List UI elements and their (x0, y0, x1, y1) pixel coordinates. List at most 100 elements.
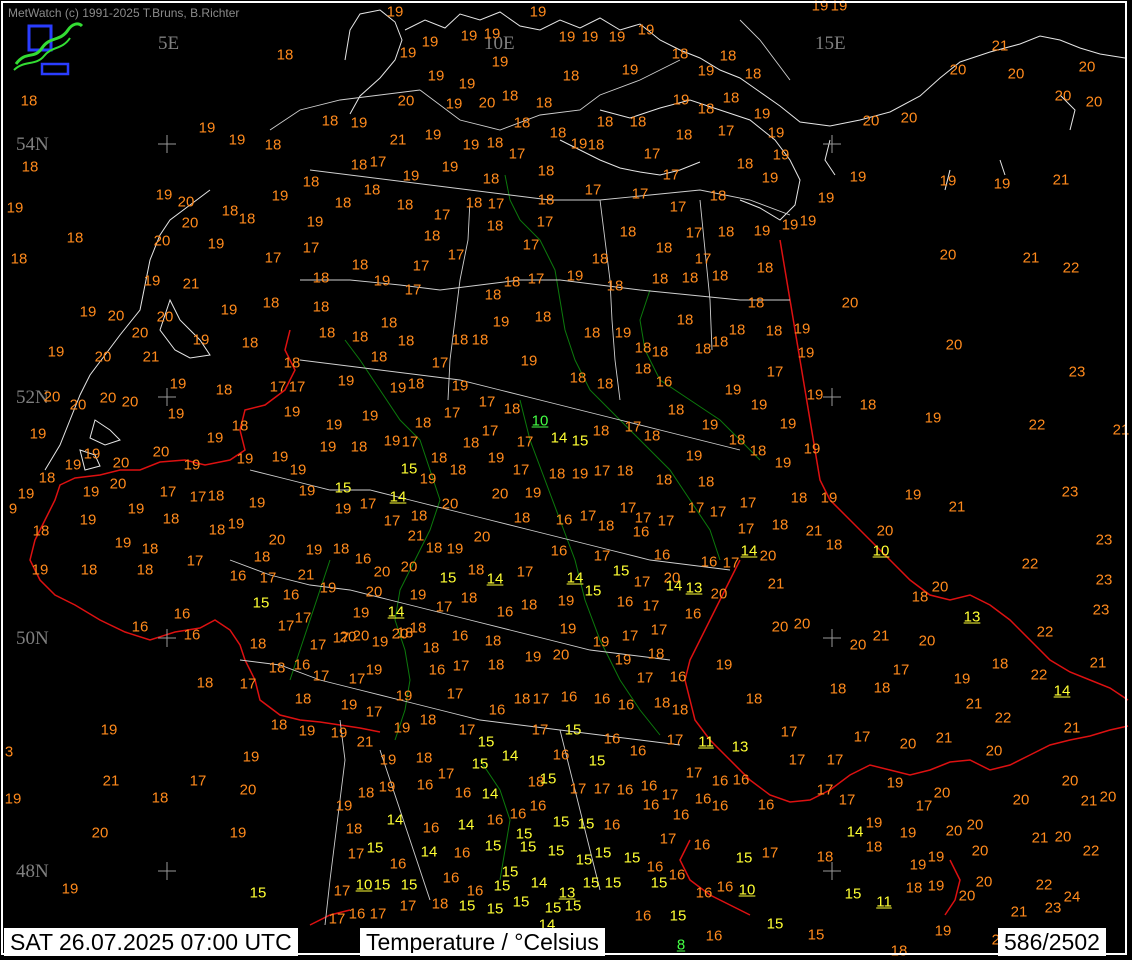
station-temperature[interactable]: 18 (772, 518, 789, 533)
station-temperature[interactable]: 19 (387, 5, 404, 20)
station-temperature[interactable]: 19 (530, 5, 547, 20)
station-temperature[interactable]: 17 (370, 907, 387, 922)
station-temperature[interactable]: 14 (551, 431, 568, 446)
station-temperature[interactable]: 16 (701, 555, 718, 570)
station-temperature[interactable]: 21 (768, 577, 785, 592)
station-temperature[interactable]: 15 (578, 817, 595, 832)
station-temperature[interactable]: 17 (893, 663, 910, 678)
station-temperature[interactable]: 17 (370, 155, 387, 170)
station-temperature[interactable]: 20 (122, 395, 139, 410)
station-temperature[interactable]: 17 (190, 490, 207, 505)
station-temperature[interactable]: 21 (1090, 656, 1107, 671)
station-temperature[interactable]: 18 (676, 128, 693, 143)
station-temperature[interactable]: 20 (946, 338, 963, 353)
station-temperature[interactable]: 18 (830, 682, 847, 697)
station-temperature[interactable]: 18 (718, 225, 735, 240)
station-temperature[interactable]: 18 (483, 172, 500, 187)
station-temperature[interactable]: 16 (641, 779, 658, 794)
station-temperature[interactable]: 16 (497, 605, 514, 620)
station-temperature[interactable]: 10 (532, 414, 549, 429)
station-temperature[interactable]: 21 (143, 350, 160, 365)
station-temperature[interactable]: 19 (336, 799, 353, 814)
station-temperature[interactable]: 16 (417, 778, 434, 793)
station-temperature[interactable]: 16 (706, 929, 723, 944)
station-temperature[interactable]: 17 (334, 884, 351, 899)
station-temperature[interactable]: 15 (401, 462, 418, 477)
station-temperature[interactable]: 19 (940, 174, 957, 189)
station-temperature[interactable]: 17 (482, 424, 499, 439)
station-temperature[interactable]: 19 (807, 388, 824, 403)
station-temperature[interactable]: 20 (153, 445, 170, 460)
station-temperature[interactable]: 16 (696, 886, 713, 901)
station-temperature[interactable]: 19 (686, 449, 703, 464)
station-temperature[interactable]: 19 (320, 581, 337, 596)
station-temperature[interactable]: 19 (447, 542, 464, 557)
station-temperature[interactable]: 16 (654, 548, 671, 563)
station-temperature[interactable]: 15 (585, 584, 602, 599)
station-temperature[interactable]: 24 (1064, 890, 1081, 905)
station-temperature[interactable]: 18 (677, 313, 694, 328)
station-temperature[interactable]: 20 (398, 94, 415, 109)
station-temperature[interactable]: 21 (390, 133, 407, 148)
station-temperature[interactable]: 15 (845, 887, 862, 902)
station-temperature[interactable]: 16 (561, 690, 578, 705)
station-temperature[interactable]: 11 (698, 735, 714, 750)
station-temperature[interactable]: 21 (873, 629, 890, 644)
station-temperature[interactable]: 18 (597, 115, 614, 130)
station-temperature[interactable]: 19 (521, 354, 538, 369)
station-temperature[interactable]: 16 (617, 783, 634, 798)
station-temperature[interactable]: 20 (474, 530, 491, 545)
station-temperature[interactable]: 19 (101, 723, 118, 738)
station-temperature[interactable]: 17 (348, 847, 365, 862)
station-temperature[interactable]: 21 (1113, 423, 1130, 438)
station-temperature[interactable]: 21 (103, 774, 120, 789)
station-temperature[interactable]: 18 (514, 116, 531, 131)
station-temperature[interactable]: 19 (821, 491, 838, 506)
station-temperature[interactable]: 19 (571, 137, 588, 152)
station-temperature[interactable]: 18 (750, 444, 767, 459)
station-temperature[interactable]: 15 (572, 434, 589, 449)
station-temperature[interactable]: 19 (818, 191, 835, 206)
station-temperature[interactable]: 19 (184, 458, 201, 473)
station-temperature[interactable]: 19 (954, 672, 971, 687)
station-temperature[interactable]: 16 (617, 595, 634, 610)
station-temperature[interactable]: 19 (754, 107, 771, 122)
station-temperature[interactable]: 18 (352, 258, 369, 273)
station-temperature[interactable]: 20 (772, 620, 789, 635)
station-temperature[interactable]: 19 (928, 879, 945, 894)
station-temperature[interactable]: 19 (272, 450, 289, 465)
station-temperature[interactable]: 19 (307, 215, 324, 230)
station-temperature[interactable]: 19 (380, 753, 397, 768)
station-temperature[interactable]: 17 (622, 629, 639, 644)
station-temperature[interactable]: 18 (644, 429, 661, 444)
station-temperature[interactable]: 17 (594, 549, 611, 564)
station-temperature[interactable]: 18 (411, 509, 428, 524)
station-temperature[interactable]: 21 (949, 500, 966, 515)
station-temperature[interactable]: 20 (919, 634, 936, 649)
station-temperature[interactable]: 23 (1045, 901, 1062, 916)
station-temperature[interactable]: 16 (294, 658, 311, 673)
station-temperature[interactable]: 14 (1054, 684, 1071, 699)
station-temperature[interactable]: 9 (9, 502, 17, 517)
station-temperature[interactable]: 15 (670, 909, 687, 924)
station-temperature[interactable]: 18 (381, 316, 398, 331)
station-temperature[interactable]: 16 (443, 871, 460, 886)
station-temperature[interactable]: 16 (717, 880, 734, 895)
station-temperature[interactable]: 17 (710, 505, 727, 520)
station-temperature[interactable]: 19 (762, 171, 779, 186)
station-temperature[interactable]: 17 (434, 208, 451, 223)
station-temperature[interactable]: 15 (540, 772, 557, 787)
station-temperature[interactable]: 16 (712, 774, 729, 789)
station-temperature[interactable]: 18 (563, 69, 580, 84)
station-temperature[interactable]: 19 (905, 488, 922, 503)
station-temperature[interactable]: 18 (450, 463, 467, 478)
station-temperature[interactable]: 17 (278, 619, 295, 634)
station-temperature[interactable]: 19 (372, 635, 389, 650)
station-temperature[interactable]: 20 (44, 390, 61, 405)
station-temperature[interactable]: 13 (732, 740, 749, 755)
station-temperature[interactable]: 15 (472, 757, 489, 772)
station-temperature[interactable]: 19 (488, 451, 505, 466)
station-temperature[interactable]: 19 (400, 46, 417, 61)
station-temperature[interactable]: 18 (635, 341, 652, 356)
station-temperature[interactable]: 18 (672, 47, 689, 62)
